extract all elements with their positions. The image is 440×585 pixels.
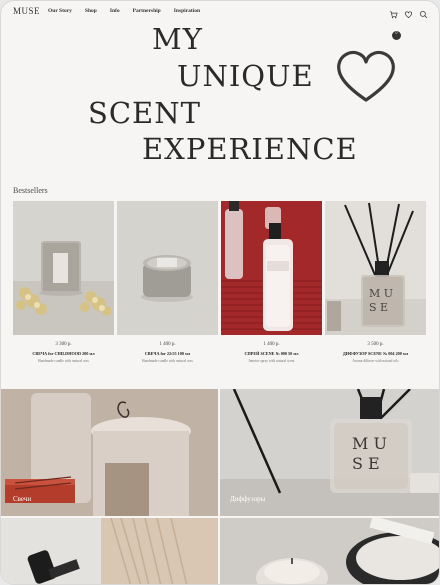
wishlist-icon[interactable] <box>404 6 413 19</box>
product-price: 3 500 р. <box>367 342 384 347</box>
brand-logo[interactable]: MUSE <box>13 6 40 16</box>
product-card[interactable]: 1 400 р. СПРЕЙ SCENE № 000 50 мл Interio… <box>221 201 322 363</box>
product-price: 1 400 р. <box>263 342 280 347</box>
product-card[interactable]: 1 400 р. СВЕЧА for 22:55 100 мл Handmade… <box>117 201 218 363</box>
candles-image <box>1 389 218 516</box>
hero-line-1: MY <box>152 22 203 56</box>
product-name[interactable]: СВЕЧА for 22:55 100 мл <box>117 351 218 356</box>
nav-inspiration[interactable]: Inspiration <box>174 8 200 14</box>
svg-text:M U: M U <box>352 434 387 453</box>
hero-line-2: UNIQUE <box>177 59 314 93</box>
cart-icon[interactable]: 0 <box>389 6 401 40</box>
category-candles-label[interactable]: Свечи <box>13 495 31 503</box>
nav-our-story[interactable]: Our Story <box>48 8 72 14</box>
product-name[interactable]: СПРЕЙ SCENE № 000 50 мл <box>221 351 322 356</box>
category-tile-3[interactable] <box>1 518 218 584</box>
site-header: MUSE Our Story Shop Info Partnership Ins… <box>1 1 439 40</box>
product-price: 1 400 р. <box>159 342 176 347</box>
product-description: Interior spray with natural scent <box>248 359 295 363</box>
cart-count-badge: 0 <box>392 31 401 40</box>
product-image-candle-2255[interactable] <box>117 201 218 335</box>
app-frame: MUSE Our Story Shop Info Partnership Ins… <box>0 0 440 585</box>
product-price: 3 300 р. <box>55 342 72 347</box>
svg-text:S E: S E <box>352 454 380 473</box>
product-description: Handmade candle with natural wax <box>38 359 89 363</box>
header-icons: 0 <box>389 6 428 40</box>
product-description: Aroma diffuser with natural oils <box>352 359 399 363</box>
nav-shop[interactable]: Shop <box>85 8 97 14</box>
candle-tin-image <box>220 518 439 584</box>
hero-line-4: EXPERIENCE <box>142 132 358 166</box>
category-tile-4[interactable] <box>220 518 439 584</box>
search-icon[interactable] <box>419 6 428 19</box>
product-image-candle-childhood[interactable] <box>13 201 114 335</box>
product-name[interactable]: ДИФФУЗОР SCENE № 004 200 мл <box>325 351 426 356</box>
bestsellers-title: Bestsellers <box>13 186 48 195</box>
nav-partnership[interactable]: Partnership <box>133 8 161 14</box>
nav-info[interactable]: Info <box>110 8 120 14</box>
main-nav: Our Story Shop Info Partnership Inspirat… <box>48 8 200 14</box>
product-name[interactable]: СВЕЧА for CHILDHOOD 200 мл <box>13 351 114 356</box>
svg-text:S E: S E <box>369 301 388 314</box>
category-candles[interactable]: Свечи <box>1 389 218 516</box>
perfume-image <box>1 518 218 584</box>
product-image-spray[interactable] <box>221 201 322 335</box>
product-description: Handmade candle with natural wax <box>142 359 193 363</box>
product-card[interactable]: 3 300 р. СВЕЧА for CHILDHOOD 200 мл Hand… <box>13 201 114 363</box>
svg-text:M U: M U <box>369 287 393 300</box>
product-card[interactable]: M U S E 3 500 р. ДИФФУЗОР SCENE № 004 20… <box>325 201 426 363</box>
category-diffusers-label[interactable]: Диффузоры <box>230 495 265 503</box>
heart-icon <box>337 50 395 102</box>
hero-line-3: SCENT <box>88 96 201 130</box>
category-diffusers[interactable]: M U S E Диффузоры <box>220 389 439 516</box>
product-image-diffuser[interactable]: M U S E <box>325 201 426 335</box>
